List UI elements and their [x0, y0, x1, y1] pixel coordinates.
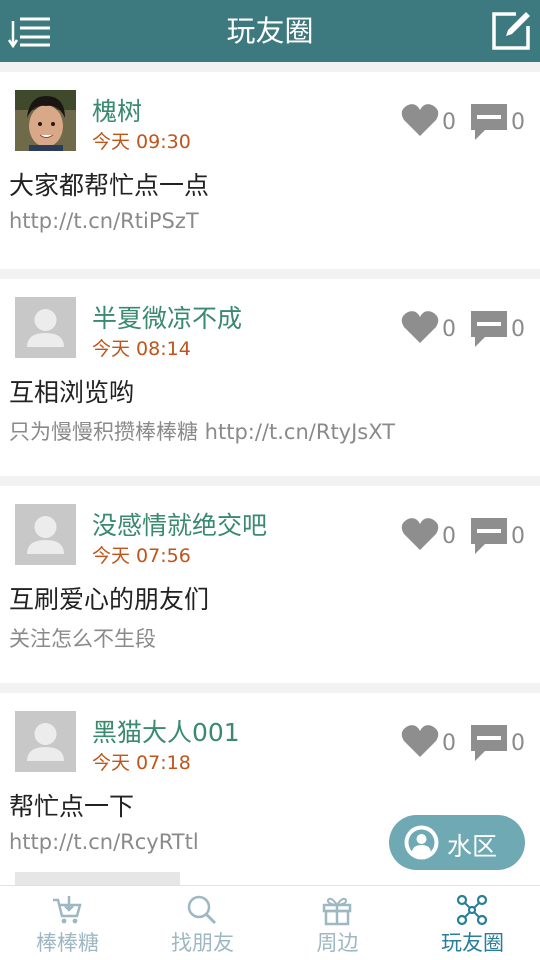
comment-button[interactable]: 0: [469, 516, 531, 558]
comment-count: 0: [511, 524, 525, 549]
comment-button[interactable]: 0: [469, 723, 531, 765]
compose-icon[interactable]: [490, 8, 534, 52]
post-image-placeholder[interactable]: [15, 872, 180, 885]
default-avatar-icon: [15, 504, 76, 565]
default-avatar-icon: [15, 711, 76, 772]
post-card[interactable]: 槐树 今天 09:30 0 0 大家都帮忙点一点 http://t.cn/Rti…: [0, 72, 540, 269]
nav-label: 玩友圈: [441, 931, 504, 955]
page-title: 玩友圈: [226, 14, 314, 48]
nav-item-nearby[interactable]: 周边: [270, 886, 405, 960]
post-time: 今天 08:14: [92, 338, 191, 360]
comment-icon: [471, 518, 507, 554]
bottom-nav: 棒棒糖 找朋友 周边 玩友圈: [0, 885, 540, 960]
avatar[interactable]: [15, 504, 76, 565]
post-time: 今天 09:30: [92, 131, 191, 153]
user-circle-icon: [404, 825, 439, 860]
gift-icon: [322, 897, 352, 926]
nav-label: 棒棒糖: [36, 931, 99, 955]
like-button[interactable]: 0: [400, 102, 460, 142]
post-link[interactable]: 只为慢慢积攒棒棒糖 http://t.cn/RtyJsXT: [9, 416, 395, 446]
avatar[interactable]: [15, 90, 76, 151]
comment-button[interactable]: 0: [469, 309, 531, 351]
avatar[interactable]: [15, 711, 76, 772]
post-time: 今天 07:18: [92, 752, 191, 774]
heart-icon: [401, 518, 439, 550]
post-content: 互刷爱心的朋友们: [9, 585, 210, 614]
heart-icon: [401, 725, 439, 757]
post-link[interactable]: http://t.cn/RcyRTtl: [9, 830, 199, 854]
like-count: 0: [442, 524, 456, 549]
cart-icon: [53, 896, 82, 924]
nav-item-lollipop[interactable]: 棒棒糖: [0, 886, 135, 960]
top-bar: 玩友圈: [0, 0, 540, 62]
post-content: 帮忙点一下: [9, 792, 135, 821]
avatar[interactable]: [15, 297, 76, 358]
post-time: 今天 07:56: [92, 545, 191, 567]
comment-icon: [471, 311, 507, 347]
network-icon: [456, 894, 488, 926]
comment-icon: [471, 725, 507, 761]
app-root: 玩友圈 槐树 今天 09:30 0 0 大家都帮忙点一点 http://t.cn…: [0, 0, 540, 960]
post-username[interactable]: 半夏微凉不成: [92, 299, 242, 335]
post-link[interactable]: 关注怎么不生段: [9, 623, 156, 653]
water-zone-button[interactable]: 水区: [389, 815, 525, 870]
post-username[interactable]: 黑猫大人001: [92, 713, 240, 749]
comment-count: 0: [511, 317, 525, 342]
heart-icon: [401, 311, 439, 343]
search-icon: [187, 895, 217, 925]
like-button[interactable]: 0: [400, 516, 460, 556]
post-feed[interactable]: 槐树 今天 09:30 0 0 大家都帮忙点一点 http://t.cn/Rti…: [0, 62, 540, 885]
nav-item-friend-circle[interactable]: 玩友圈: [405, 886, 540, 960]
comment-icon: [471, 104, 507, 140]
comment-count: 0: [511, 731, 525, 756]
post-link[interactable]: http://t.cn/RtiPSzT: [9, 209, 199, 233]
post-card[interactable]: 没感情就绝交吧 今天 07:56 0 0 互刷爱心的朋友们 关注怎么不生段: [0, 486, 540, 683]
heart-icon: [401, 104, 439, 136]
post-content: 互相浏览哟: [9, 378, 135, 407]
default-avatar-icon: [15, 297, 76, 358]
like-count: 0: [442, 317, 456, 342]
post-username[interactable]: 槐树: [92, 92, 142, 128]
nav-label: 周边: [316, 931, 359, 955]
post-username[interactable]: 没感情就绝交吧: [92, 506, 267, 542]
like-button[interactable]: 0: [400, 723, 460, 763]
nav-label: 找朋友: [171, 931, 234, 955]
nav-item-find-friends[interactable]: 找朋友: [135, 886, 270, 960]
post-card[interactable]: 半夏微凉不成 今天 08:14 0 0 互相浏览哟 只为慢慢积攒棒棒糖 http…: [0, 279, 540, 476]
comment-count: 0: [511, 110, 525, 135]
like-count: 0: [442, 731, 456, 756]
post-content: 大家都帮忙点一点: [9, 171, 210, 200]
like-count: 0: [442, 110, 456, 135]
water-zone-label: 水区: [447, 832, 498, 861]
comment-button[interactable]: 0: [469, 102, 531, 144]
like-button[interactable]: 0: [400, 309, 460, 349]
